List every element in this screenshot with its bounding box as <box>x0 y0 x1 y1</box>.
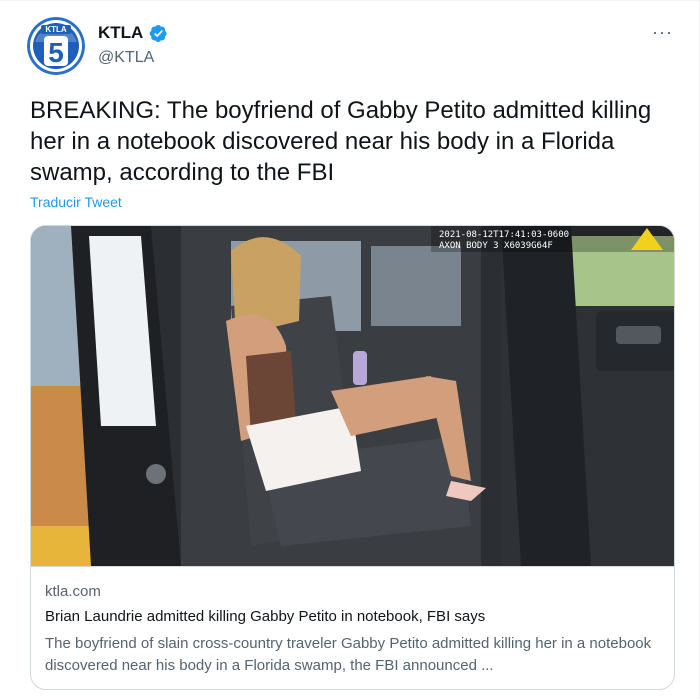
card-image: 2021-08-12T17:41:03-0600 AXON BODY 3 X60… <box>31 226 674 566</box>
bodycam-device-id: AXON BODY 3 X6039G64F <box>439 241 553 251</box>
more-options-icon[interactable]: ··· <box>652 22 673 42</box>
link-card[interactable]: 2021-08-12T17:41:03-0600 AXON BODY 3 X60… <box>30 225 675 690</box>
card-domain: ktla.com <box>45 583 101 600</box>
card-meta: ktla.com Brian Laundrie admitted killing… <box>31 566 674 689</box>
translate-tweet-link[interactable]: Traducir Tweet <box>30 194 122 210</box>
tweet-text: BREAKING: The boyfriend of Gabby Petito … <box>30 97 652 186</box>
card-description: The boyfriend of slain cross-country tra… <box>45 635 652 674</box>
ktla-logo-icon: KTLA 5 <box>27 17 85 75</box>
card-title: Brian Laundrie admitted killing Gabby Pe… <box>45 608 486 625</box>
verified-badge-icon <box>150 24 167 42</box>
bodycam-timestamp: 2021-08-12T17:41:03-0600 <box>439 230 569 240</box>
avatar-top-text: KTLA <box>45 25 67 34</box>
author-name-row: KTLA <box>98 23 168 43</box>
tweet: KTLA 5 KTLA @KTLA ··· BREAKING: The boyf… <box>0 0 700 699</box>
author-avatar[interactable]: KTLA 5 <box>27 17 85 75</box>
author-handle[interactable]: @KTLA <box>98 49 154 67</box>
avatar-channel-number: 5 <box>48 37 64 68</box>
top-divider <box>0 0 700 1</box>
author-display-name[interactable]: KTLA <box>98 23 143 43</box>
